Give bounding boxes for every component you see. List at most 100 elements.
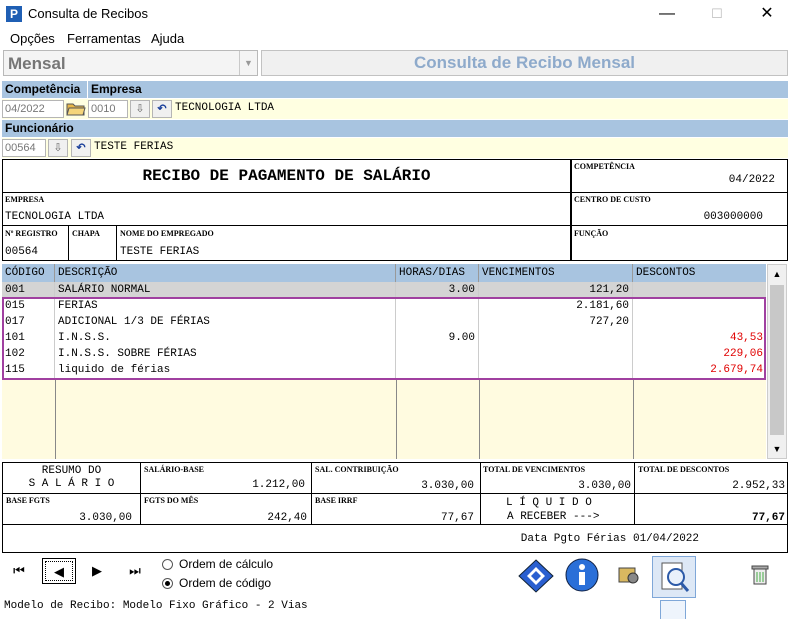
next-record-button[interactable]: ▶ [84,558,110,584]
fgts-mes-value: 242,40 [267,512,307,524]
base-irrf-box: BASE IRRF 77,67 [311,493,481,525]
competencia-value: 04/2022 [728,174,775,186]
base-fgts-value: 3.030,00 [79,512,132,524]
base-fgts-box: BASE FGTS 3.030,00 [2,493,141,525]
liquido-value: 77,67 [751,512,785,524]
status-text: Modelo de Recibo: Modelo Fixo Gráfico - … [4,600,308,612]
funcao-box: FUNÇÃO [571,225,788,261]
resumo-line1: RESUMO DO [41,465,102,477]
registro-label: Nº REGISTRO [5,229,58,238]
total-venc-value: 3.030,00 [578,480,631,492]
menu-ferramentas[interactable]: Ferramentas [67,31,141,46]
receipt-grid: CÓDIGO DESCRIÇÃO HORAS/DIAS VENCIMENTOS … [2,264,766,459]
centro-value: 003000000 [703,211,763,223]
page-icon[interactable] [660,600,686,619]
fgts-mes-label: FGTS DO MÊS [144,496,199,505]
selection-highlight [2,297,766,380]
salario-base-box: SALÁRIO-BASE 1.212,00 [140,462,312,494]
col-header-descontos[interactable]: DESCONTOS [633,264,766,282]
empresa-code-input[interactable]: 0010 [88,100,128,118]
vertical-scrollbar[interactable]: ▲ ▼ [767,264,787,459]
preview-icon[interactable] [652,556,696,598]
liquido-value-box: 77,67 [634,493,788,525]
trash-icon[interactable] [740,560,780,598]
chapa-box: CHAPA [68,225,117,261]
cell-descricao: SALÁRIO NORMAL [55,282,396,298]
fgts-mes-box: FGTS DO MÊS 242,40 [140,493,312,525]
total-desc-value: 2.952,33 [732,480,785,492]
liquido-label-box: L Í Q U I D O A RECEBER ---> [480,493,635,525]
page-title: Consulta de Recibo Mensal [261,50,788,76]
order-code-label: Ordem de código [179,576,272,590]
info-icon[interactable] [562,556,602,594]
radio-dot [165,581,170,586]
undo-icon[interactable]: ↶ [71,139,91,157]
window-title: Consulta de Recibos [28,6,148,21]
total-venc-label: TOTAL DE VENCIMENTOS [483,465,586,474]
cell-horas: 3.00 [396,282,479,298]
resumo-line2: S A L Á R I O [28,478,115,490]
sal-contrib-value: 3.030,00 [421,480,474,492]
menu-ajuda[interactable]: Ajuda [151,31,184,46]
app-icon: P [6,6,22,22]
funcao-label: FUNÇÃO [574,229,609,238]
empregado-box: NOME DO EMPREGADO TESTE FERIAS [116,225,571,261]
mode-select[interactable]: Mensal ▼ [3,50,258,76]
chevron-down-icon[interactable]: ▼ [239,51,257,75]
download-icon[interactable]: ⇩ [130,100,150,118]
sal-contrib-label: SAL. CONTRIBUIÇÃO [315,465,399,474]
empresa-field-label: EMPRESA [5,195,45,204]
empregado-label: NOME DO EMPREGADO [120,229,214,238]
scroll-down-icon[interactable]: ▼ [768,440,786,458]
funcionario-name: TESTE FERIAS [94,141,174,153]
cell-descontos [633,282,766,298]
registro-box: Nº REGISTRO 00564 [2,225,69,261]
maximize-button[interactable]: ☐ [694,0,740,28]
col-header-horas[interactable]: HORAS/DIAS [396,264,479,282]
order-code-radio[interactable] [162,578,173,589]
registro-value: 00564 [5,246,39,258]
empresa-label: Empresa [88,81,788,98]
competencia-label: Competência [2,81,87,98]
col-header-vencimentos[interactable]: VENCIMENTOS [479,264,633,282]
competencia-label: COMPETÊNCIA [574,162,635,171]
scroll-up-icon[interactable]: ▲ [768,265,786,283]
funcionario-code-input[interactable]: 00564 [2,139,46,157]
cell-codigo: 001 [2,282,55,298]
col-header-descricao[interactable]: DESCRIÇÃO [55,264,396,282]
data-pgto-box: Data Pgto Férias 01/04/2022 [2,524,788,553]
download-icon[interactable]: ⇩ [48,139,68,157]
total-desc-label: TOTAL DE DESCONTOS [638,465,730,474]
base-fgts-label: BASE FGTS [6,496,50,505]
salario-base-label: SALÁRIO-BASE [144,465,205,474]
table-row[interactable]: 001 SALÁRIO NORMAL 3.00 121,20 [2,282,766,298]
order-calc-label: Ordem de cálculo [179,557,274,571]
competencia-input[interactable]: 04/2022 [2,100,64,118]
minimize-button[interactable]: — [644,0,690,28]
folder-icon[interactable] [65,100,87,118]
order-calc-radio[interactable] [162,559,173,570]
receipt-title: RECIBO DE PAGAMENTO DE SALÁRIO [142,167,431,185]
prev-record-button[interactable]: ◀ [42,558,76,584]
settings-icon[interactable] [608,560,648,598]
last-record-button[interactable]: ⏭ [122,558,148,584]
menu-opcoes[interactable]: Opções [10,31,55,46]
salario-base-value: 1.212,00 [252,479,305,491]
close-button[interactable]: ✕ [744,0,790,28]
navigate-icon[interactable] [516,558,556,596]
menu-bar: Opções Ferramentas Ajuda [0,28,796,48]
mode-value: Mensal [8,54,66,73]
total-desc-box: TOTAL DE DESCONTOS 2.952,33 [634,462,788,494]
undo-icon[interactable]: ↶ [152,100,172,118]
resumo-box: RESUMO DO S A L Á R I O [2,462,141,494]
empresa-name: TECNOLOGIA LTDA [175,102,275,114]
sal-contrib-box: SAL. CONTRIBUIÇÃO 3.030,00 [311,462,481,494]
receipt-title-box: RECIBO DE PAGAMENTO DE SALÁRIO [2,159,571,193]
liquido-line1: L Í Q U I D O [506,497,592,509]
first-record-button[interactable]: ⏮ [6,558,32,584]
cell-vencimentos: 121,20 [479,282,633,298]
col-header-codigo[interactable]: CÓDIGO [2,264,55,282]
empregado-value: TESTE FERIAS [120,246,200,258]
scroll-thumb[interactable] [770,285,784,435]
title-bar: P Consulta de Recibos — ☐ ✕ [0,0,796,28]
